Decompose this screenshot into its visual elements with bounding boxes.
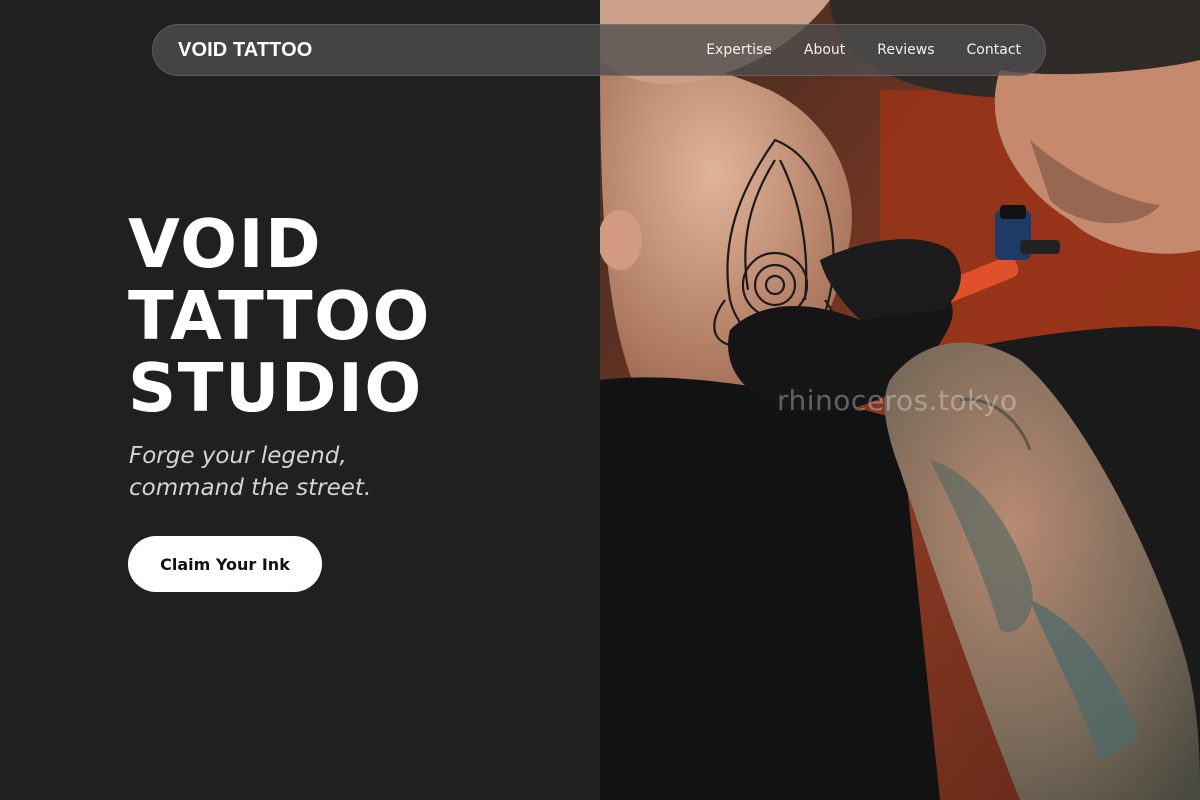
tagline-line-2: command the street. <box>129 475 372 501</box>
navbar: VOID TATTOO Expertise About Reviews Cont… <box>152 24 1046 76</box>
nav-links: Expertise About Reviews Contact <box>706 42 1021 58</box>
hero-title: VOID TATTOO STUDIO <box>128 208 431 424</box>
tagline-line-1: Forge your legend, <box>129 443 347 469</box>
brand-logo[interactable]: VOID TATTOO <box>178 39 312 62</box>
hero-photo: rhinoceros.tokyo <box>600 0 1200 800</box>
hero-tagline: Forge your legend, command the street. <box>129 440 371 504</box>
hero-title-line-3: STUDIO <box>128 349 423 427</box>
hero-title-line-2: TATTOO <box>128 277 432 355</box>
nav-link-contact[interactable]: Contact <box>967 42 1021 58</box>
watermark-text: rhinoceros.tokyo <box>777 384 1018 417</box>
page: rhinoceros.tokyo VOID TATTOO Expertise A… <box>0 0 1200 800</box>
nav-link-reviews[interactable]: Reviews <box>877 42 934 58</box>
nav-link-about[interactable]: About <box>804 42 845 58</box>
nav-link-expertise[interactable]: Expertise <box>706 42 772 58</box>
claim-ink-button[interactable]: Claim Your Ink <box>128 536 322 592</box>
hero-title-line-1: VOID <box>128 205 323 283</box>
